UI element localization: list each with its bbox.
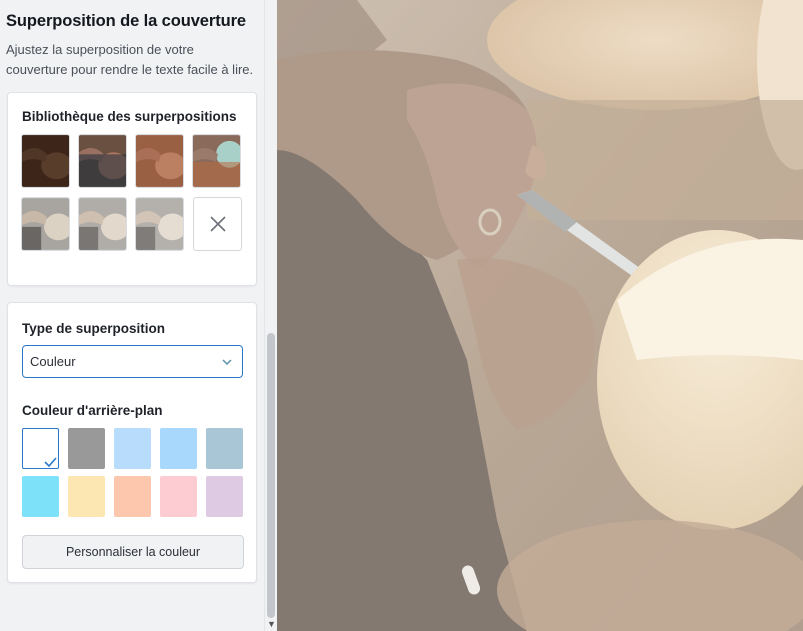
cover-preview-image — [277, 0, 803, 631]
overlay-thumbnail-2[interactable] — [78, 134, 127, 188]
cheese-cutting-photo — [277, 0, 803, 631]
color-swatch-lavender[interactable] — [206, 476, 243, 517]
color-swatch-white[interactable] — [22, 428, 59, 469]
scrollbar-thumb[interactable] — [267, 333, 275, 618]
panel-description: Ajustez la superposition de votre couver… — [6, 42, 254, 77]
color-swatch-gray[interactable] — [68, 428, 105, 469]
overlay-thumbnail-4[interactable] — [192, 134, 241, 188]
overlay-thumbnail-5[interactable] — [21, 197, 70, 251]
color-swatch-sky-blue[interactable] — [160, 428, 197, 469]
color-swatch-peach[interactable] — [114, 476, 151, 517]
color-swatch-steel-blue[interactable] — [206, 428, 243, 469]
close-icon — [209, 216, 226, 232]
customize-color-button[interactable]: Personnaliser la couleur — [22, 535, 244, 569]
overlay-type-select[interactable]: Couleur — [22, 345, 243, 378]
no-overlay-button[interactable] — [193, 197, 242, 251]
color-swatch-cream[interactable] — [68, 476, 105, 517]
overlay-thumbnail-1[interactable] — [21, 134, 70, 188]
sidebar-scrollbar[interactable]: ▼ — [264, 0, 277, 631]
color-swatch-cyan[interactable] — [22, 476, 59, 517]
checkmark-icon — [44, 457, 57, 467]
overlay-thumbnail-7[interactable] — [135, 197, 184, 251]
overlay-thumbnail-6[interactable] — [78, 197, 127, 251]
overlay-type-value: Couleur — [30, 354, 76, 369]
chevron-down-icon — [222, 359, 232, 366]
overlay-type-card: Type de superposition Couleur Couleur d'… — [7, 302, 257, 583]
overlay-library-card: Bibliothèque des surperpositions — [7, 92, 257, 286]
overlay-thumbnail-3[interactable] — [135, 134, 184, 188]
color-swatch-light-blue[interactable] — [114, 428, 151, 469]
background-color-heading: Couleur d'arrière-plan — [22, 403, 163, 418]
overlay-library-heading: Bibliothèque des surperpositions — [22, 109, 237, 124]
scroll-down-arrow-icon[interactable]: ▼ — [267, 618, 276, 630]
overlay-type-heading: Type de superposition — [22, 321, 166, 336]
overlay-settings-panel: Superposition de la couverture Ajustez l… — [0, 0, 264, 631]
color-swatch-pink[interactable] — [160, 476, 197, 517]
panel-title: Superposition de la couverture — [6, 12, 246, 30]
